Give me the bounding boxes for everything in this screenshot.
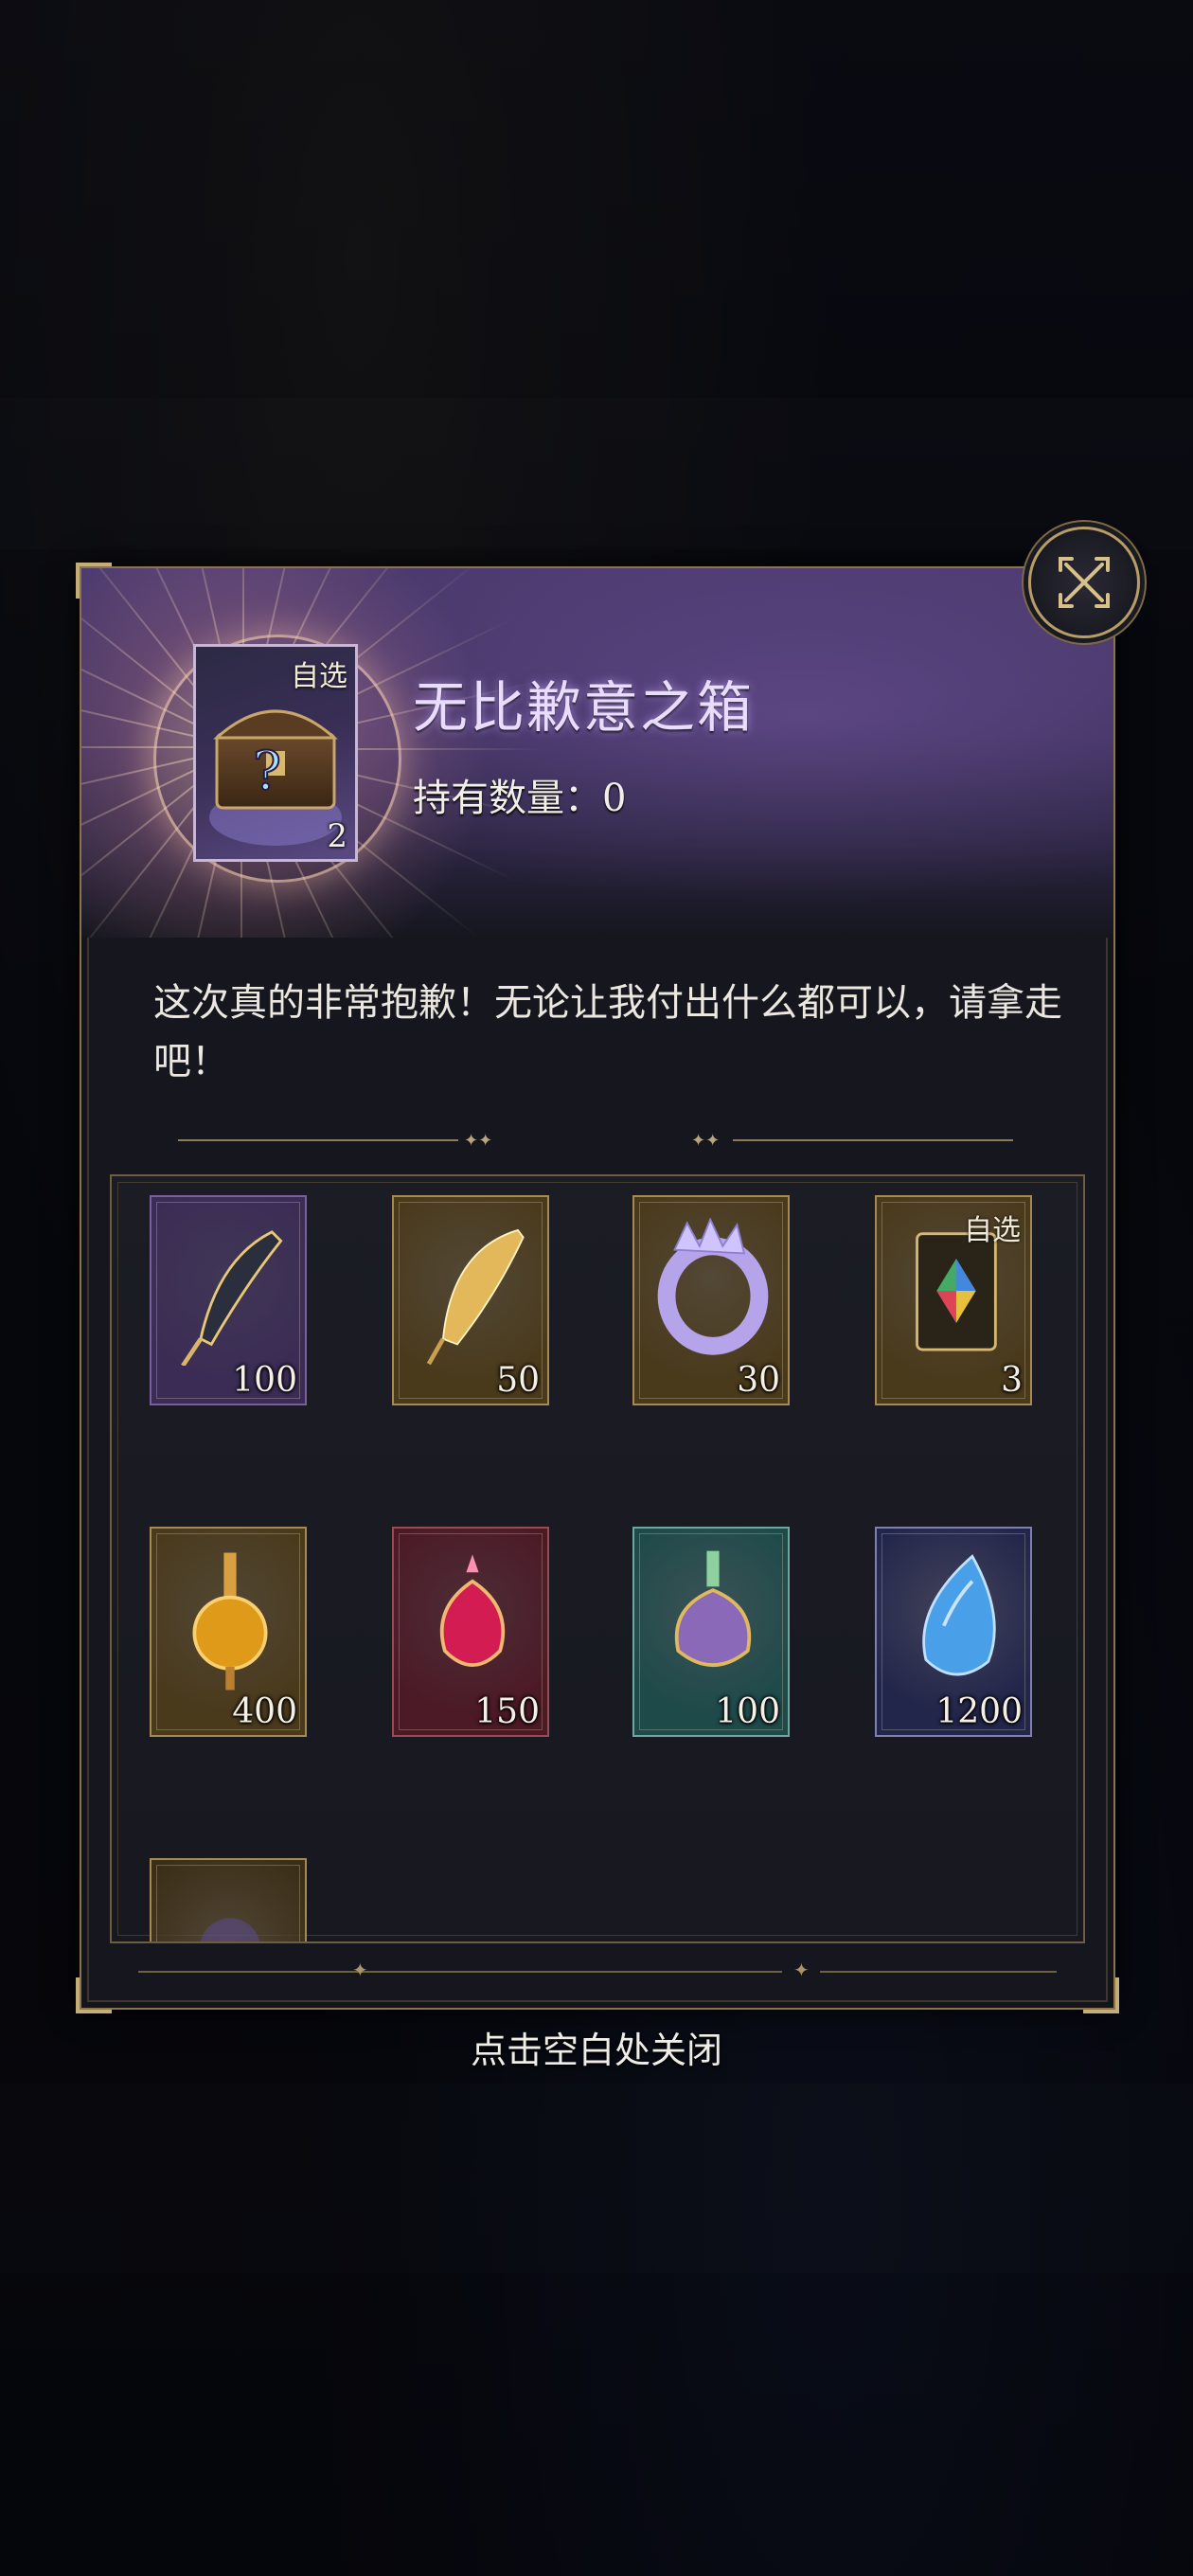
close-button[interactable] [1028,527,1140,638]
corner-ornament [76,563,112,599]
reward-slot[interactable]: 150 [392,1527,549,1737]
golden-feather-icon [426,1228,525,1366]
reward-slot[interactable]: 100 [632,1527,790,1737]
dark-quill-icon [181,1230,283,1366]
slot-count: 30 [737,1361,780,1400]
partial-item-icon [200,1918,260,1941]
item-description: 这次真的非常抱歉！无论让我付出什么都可以，请拿走吧！ [153,981,1062,1083]
reward-slot[interactable]: 1200 [875,1527,1032,1737]
reward-slot[interactable]: 30 [632,1195,790,1405]
slot-count: 3 [1001,1361,1023,1400]
reward-slot[interactable]: 50 [392,1195,549,1405]
reward-slot[interactable]: 自选 3 [875,1195,1032,1405]
crimson-potion-icon [439,1554,506,1667]
close-x-icon [1059,557,1110,608]
slot-count: 100 [232,1361,297,1400]
slot-count: 50 [496,1361,540,1400]
teal-potion-icon [674,1550,752,1667]
reward-slot[interactable]: 400 [150,1527,307,1737]
main-item-card: ? 自选 2 [193,644,358,862]
divider-left: ✦✦ [178,1131,500,1151]
owned-quantity: 持有数量：0 [413,777,627,820]
divider-right: ✦✦ [691,1131,1013,1151]
reward-dialog: ? 自选 2 无比歉意之箱 持有数量：0 这次真的非常抱歉！无论让我付出什么都可… [76,563,1119,2013]
reward-slot[interactable] [150,1858,307,1941]
svg-text:?: ? [253,741,281,802]
dialog-title: 无比歉意之箱 [413,675,755,740]
reward-slot[interactable]: 100 [150,1195,307,1405]
crystal-ring-icon [657,1217,769,1355]
slot-count: 400 [232,1692,297,1731]
slot-count: 100 [715,1692,780,1731]
slot-count: 1200 [935,1692,1023,1731]
main-item-count: 2 [327,817,347,855]
main-item-tag: 自选 [291,660,347,693]
slot-tag: 自选 [964,1214,1021,1247]
amber-potion-icon [192,1552,268,1690]
panel-footer-ornament: ✦ ✦ [81,1953,1113,1991]
tap-to-close-hint[interactable]: 点击空白处关闭 [0,2021,1193,2073]
corner-ornament [76,1977,112,2013]
corner-ornament [1083,1977,1119,2013]
dialog-header: ? 自选 2 无比歉意之箱 持有数量：0 [81,568,1113,938]
blue-crystal-icon [922,1554,996,1676]
reward-grid[interactable]: 100 50 30 自选 3 400 150 100 1200 [110,1174,1085,1943]
slot-count: 150 [474,1692,540,1731]
